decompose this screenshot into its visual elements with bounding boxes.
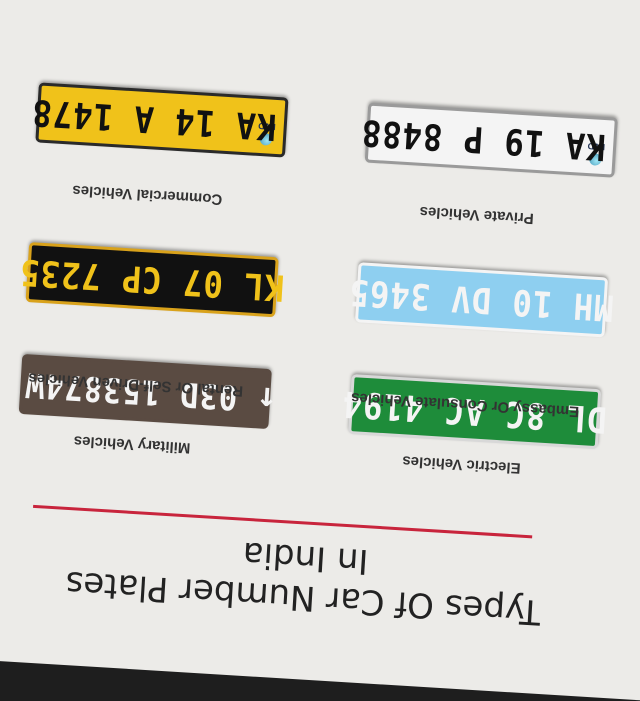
caption-commercial: Commercial Vehicles <box>71 181 223 208</box>
plate-number-commercial: KA 14 A 1478 <box>30 91 278 148</box>
plate-card-commercial: IND KA 14 A 1478 Commercial Vehicles <box>15 81 289 208</box>
caption-military: Military Vehicles <box>73 432 191 457</box>
plate-embassy: MH 10 DV 3465 <box>348 262 615 338</box>
plate-rental: KL 07 CP 7235 <box>18 242 286 318</box>
plate-card-private: IND KA 19 P 8488 Private Vehicles <box>345 101 618 227</box>
page-title: Types Of Car Number Plates In India <box>0 516 640 640</box>
caption-private: Private Vehicles <box>419 202 535 227</box>
rotated-poster: Types Of Car Number Plates In India Mili… <box>0 0 640 701</box>
plate-number-rental: KL 07 CP 7235 <box>18 251 286 309</box>
plate-number-private: KA 19 P 8488 <box>359 111 607 168</box>
caption-electric: Electric Vehicles <box>401 452 522 477</box>
poster-content: Types Of Car Number Plates In India Mili… <box>0 0 640 701</box>
plate-card-rental: KL 07 CP 7235 Rental Or Self-Driven Vehi… <box>6 241 286 399</box>
plate-number-embassy: MH 10 DV 3465 <box>347 271 616 329</box>
plate-commercial: IND KA 14 A 1478 <box>30 82 289 158</box>
plate-private: IND KA 19 P 8488 <box>360 102 618 178</box>
plate-card-embassy: MH 10 DV 3465 Embassy Or Consulate Vehic… <box>335 261 615 420</box>
